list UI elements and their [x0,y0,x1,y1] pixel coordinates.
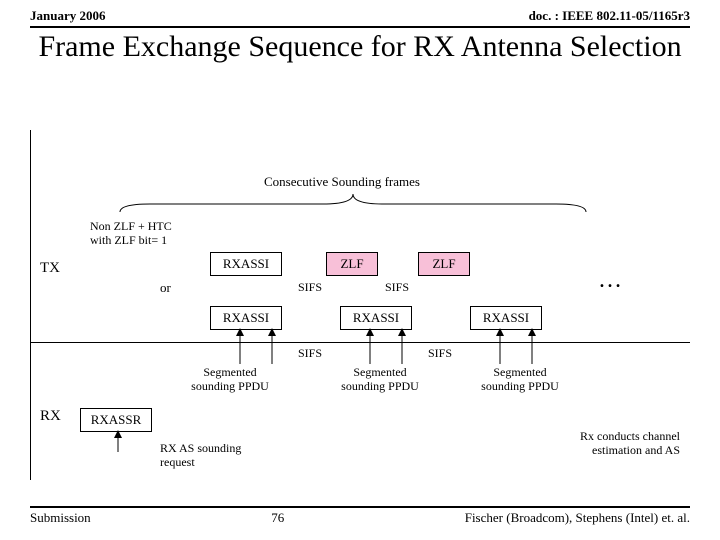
label-consecutive: Consecutive Sounding frames [264,174,420,190]
label-ellipsis: … [598,268,625,292]
label-or: or [160,280,171,296]
label-rxconducts: Rx conducts channel estimation and AS [520,430,680,458]
label-segppdu-b: Segmented sounding PPDU [320,366,440,394]
frame-zlf-2: ZLF [418,252,470,276]
label-sifs-tx1: SIFS [298,280,322,295]
frame-rxassi-a: RXASSI [210,306,282,330]
header-date: January 2006 [30,8,105,24]
frame-rxassi-top: RXASSI [210,252,282,276]
footer-slide: 76 [271,510,284,526]
footer-left: Submission [30,510,91,526]
page-title: Frame Exchange Sequence for RX Antenna S… [30,30,690,65]
frame-zlf-1: ZLF [326,252,378,276]
role-tx: TX [40,260,60,277]
label-rxreq: RX AS sounding request [160,442,241,470]
timeline-y-axis [30,130,31,480]
frame-rxassr: RXASSR [80,408,152,432]
label-segppdu-a: Segmented sounding PPDU [170,366,290,394]
brace-consecutive [120,192,586,214]
label-sifs-row2-1: SIFS [298,346,322,361]
frame-rxassi-c: RXASSI [470,306,542,330]
header-docref: doc. : IEEE 802.11-05/1165r3 [529,8,690,24]
role-rx: RX [40,408,61,425]
label-sifs-row2-2: SIFS [428,346,452,361]
label-sifs-tx2: SIFS [385,280,409,295]
label-nonzlf-l1: Non ZLF + HTC [90,220,172,234]
arrow-rxassr [108,430,128,459]
footer-right: Fischer (Broadcom), Stephens (Intel) et.… [465,510,690,526]
arrow-seg-a2 [262,328,282,371]
label-nonzlf-l2: with ZLF bit= 1 [90,234,172,248]
label-nonzlf: Non ZLF + HTC with ZLF bit= 1 [90,220,172,248]
diagram: TX RX Consecutive Sounding frames Non ZL… [30,130,690,480]
frame-rxassi-b: RXASSI [340,306,412,330]
label-segppdu-c: Segmented sounding PPDU [460,366,580,394]
